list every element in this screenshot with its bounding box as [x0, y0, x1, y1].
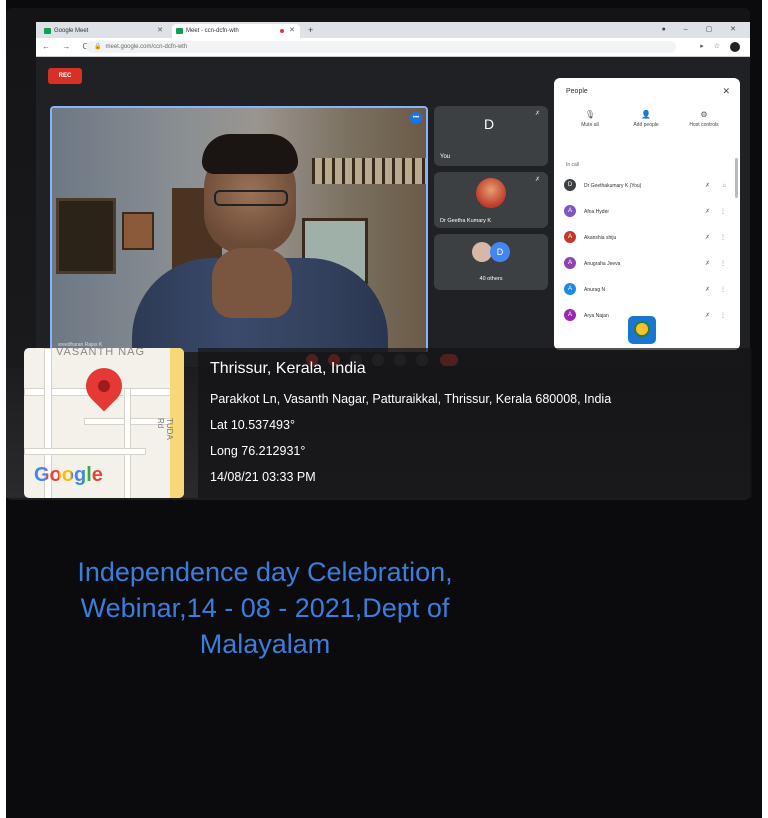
meet-favicon-icon: [44, 28, 51, 34]
address-bar: ← → C 🔒 meet.google.com/ccn-dcfn-wth ▸ ☆: [36, 38, 750, 57]
participant-row[interactable]: A Akanshia shiju ✗ ⋮: [564, 230, 734, 248]
location-pin-icon: [78, 360, 130, 412]
wall-picture-small: [122, 212, 154, 250]
gps-camera-badge: GPS Map Camera: [628, 316, 748, 344]
lock-icon: 🔒: [94, 44, 102, 50]
mic-off-icon: ✗: [534, 111, 540, 117]
participant-row[interactable]: A Anurag N ✗ ⋮: [564, 282, 734, 300]
participant-row[interactable]: A Afna Hyder ✗ ⋮: [564, 204, 734, 222]
location-latitude: Lat 10.537493°: [210, 418, 295, 432]
rec-badge: REC: [48, 68, 82, 84]
panel-scrollbar[interactable]: [735, 158, 738, 198]
event-caption: Independence day Celebration, Webinar,14…: [77, 557, 453, 659]
people-panel: People ✕ 🎙 Mute all 👤 Add people ⚙ Host con…: [554, 78, 740, 350]
tab-close-icon[interactable]: ✕: [289, 24, 295, 38]
extension-icons[interactable]: ▸ ☆: [700, 38, 724, 56]
others-avatar: [472, 242, 492, 262]
mic-off-icon: ✗: [704, 183, 710, 189]
recording-indicator-icon: [280, 29, 284, 33]
new-tab-button[interactable]: +: [308, 22, 313, 38]
location-map: VASANTH NAG TUDA Rd Google: [24, 348, 184, 498]
host-controls-button[interactable]: ⚙ Host controls: [674, 110, 734, 128]
wall-picture: [56, 198, 116, 274]
browser-tab-meet-call[interactable]: Meet - ccn-dcfn-wth ✕: [172, 24, 300, 38]
speaker-hands: [212, 248, 292, 318]
location-address: Parakkot Ln, Vasanth Nagar, Patturaikkal…: [210, 392, 612, 406]
participant-avatar: A: [564, 257, 576, 269]
mic-off-icon: ✗: [704, 287, 710, 293]
mic-off-icon: ✗: [704, 261, 710, 267]
pin-icon[interactable]: ⌂: [722, 179, 726, 193]
self-avatar: D: [484, 116, 495, 132]
more-options-icon[interactable]: ⋮: [720, 231, 726, 245]
participant-name: Afna Hyder: [584, 209, 610, 215]
main-video-tile[interactable]: ••• sreedharan Rajas K: [50, 106, 428, 354]
browser-tab-google-meet[interactable]: Google Meet ✕: [40, 24, 168, 38]
profile-avatar[interactable]: [730, 42, 740, 52]
browser-tab-strip: Google Meet ✕ Meet - ccn-dcfn-wth ✕ + ● …: [36, 22, 750, 38]
mute-all-button[interactable]: 🎙 Mute all: [560, 110, 620, 128]
others-tile[interactable]: D 40 others: [434, 234, 548, 290]
map-road: [24, 448, 146, 455]
close-icon[interactable]: ✕: [722, 86, 730, 97]
participant-avatar: [476, 178, 506, 208]
add-people-button[interactable]: 👤 Add people: [616, 110, 676, 128]
mic-off-icon: ✗: [534, 177, 540, 183]
others-avatar-letter: D: [490, 242, 510, 262]
people-panel-title: People: [566, 88, 588, 95]
participant-row[interactable]: A Anugraha Jeeva ✗ ⋮: [564, 256, 734, 274]
map-road: [124, 388, 131, 498]
participant-name: Akanshia shiju: [584, 235, 617, 241]
add-person-icon: 👤: [641, 110, 651, 119]
map-street-label: VASANTH NAG: [56, 348, 146, 358]
location-place: Thrissur, Kerala, India: [210, 360, 366, 377]
gps-camera-label: GPS Map Camera: [662, 324, 733, 334]
speaker-hair: [202, 134, 298, 174]
meet-favicon-icon: [176, 28, 183, 34]
self-label: You: [440, 154, 451, 160]
participant-avatar: A: [564, 205, 576, 217]
audio-activity-icon: •••: [410, 112, 422, 124]
participant-tile[interactable]: ✗ Dr Geetha Kumary K: [434, 172, 548, 228]
self-tile[interactable]: D ✗ You: [434, 106, 548, 166]
participant-row[interactable]: D Dr Geethakumary K (You) ✗ ⌂: [564, 178, 734, 196]
mic-off-icon: ✗: [704, 209, 710, 215]
more-options-icon[interactable]: ⋮: [720, 257, 726, 271]
map-road-label: TUDA Rd: [156, 418, 174, 440]
location-datetime: 14/08/21 03:33 PM: [210, 470, 316, 484]
participant-name: Dr Geethakumary K (You): [584, 183, 642, 189]
participant-name: Dr Geetha Kumary K: [440, 218, 492, 224]
participant-name: Anurag N: [584, 287, 606, 293]
participant-name: Arya Najan: [584, 313, 609, 319]
host-controls-icon: ⚙: [700, 110, 708, 119]
participant-avatar: A: [564, 283, 576, 295]
url-field[interactable]: 🔒 meet.google.com/ccn-dcfn-wth: [86, 41, 676, 53]
window-controls[interactable]: ● – ▢ ✕: [662, 22, 744, 38]
mic-off-icon: 🎙: [584, 110, 596, 119]
tab-close-icon[interactable]: ✕: [157, 24, 163, 38]
google-logo: Google: [34, 464, 103, 486]
gps-camera-logo-icon: [628, 316, 656, 344]
in-call-label: In call: [566, 162, 580, 168]
location-longitude: Long 76.212931°: [210, 444, 306, 458]
participant-name: Anugraha Jeeva: [584, 261, 621, 267]
railing: [312, 158, 426, 184]
participant-avatar: A: [564, 309, 576, 321]
others-count: 40 others: [479, 276, 503, 282]
participant-avatar: A: [564, 231, 576, 243]
more-options-icon[interactable]: ⋮: [720, 205, 726, 219]
more-options-icon[interactable]: ⋮: [720, 283, 726, 297]
participant-avatar: D: [564, 179, 576, 191]
speaker-glasses: [214, 190, 288, 206]
mic-off-icon: ✗: [704, 235, 710, 241]
